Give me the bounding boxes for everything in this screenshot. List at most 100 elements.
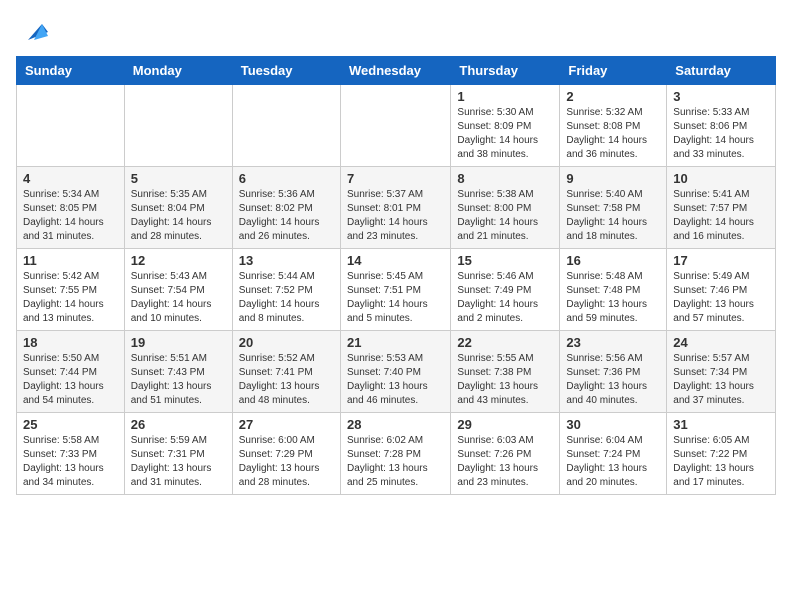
day-number: 22: [457, 335, 553, 350]
day-content: Sunrise: 5:48 AM Sunset: 7:48 PM Dayligh…: [566, 270, 660, 326]
calendar-cell: [124, 85, 232, 167]
day-number: 20: [239, 335, 334, 350]
day-number: 19: [131, 335, 226, 350]
calendar-cell: 18Sunrise: 5:50 AM Sunset: 7:44 PM Dayli…: [17, 331, 125, 413]
day-number: 23: [566, 335, 660, 350]
day-number: 17: [673, 253, 769, 268]
calendar-cell: 31Sunrise: 6:05 AM Sunset: 7:22 PM Dayli…: [667, 413, 776, 495]
logo-icon: [20, 16, 50, 46]
day-content: Sunrise: 5:53 AM Sunset: 7:40 PM Dayligh…: [347, 352, 444, 408]
day-number: 1: [457, 89, 553, 104]
day-content: Sunrise: 5:44 AM Sunset: 7:52 PM Dayligh…: [239, 270, 334, 326]
day-number: 11: [23, 253, 118, 268]
day-content: Sunrise: 5:42 AM Sunset: 7:55 PM Dayligh…: [23, 270, 118, 326]
calendar-week-2: 4 Sunrise: 5:34 AM Sunset: 8:05 PM Daylig…: [17, 167, 776, 249]
day-header-monday: Monday: [124, 57, 232, 85]
calendar-cell: 22 Sunrise: 5:55 AM Sunset: 7:38 PM Dayli…: [451, 331, 560, 413]
calendar-cell: 2 Sunrise: 5:32 AM Sunset: 8:08 PM Daylig…: [560, 85, 667, 167]
day-content: Sunrise: 5:36 AM Sunset: 8:02 PM Dayligh…: [239, 188, 334, 244]
calendar-cell: 23 Sunrise: 5:56 AM Sunset: 7:36 PM Dayli…: [560, 331, 667, 413]
calendar-cell: 10 Sunrise: 5:41 AM Sunset: 7:57 PM Dayli…: [667, 167, 776, 249]
day-header-thursday: Thursday: [451, 57, 560, 85]
day-content: Sunrise: 5:35 AM Sunset: 8:04 PM Dayligh…: [131, 188, 226, 244]
calendar-cell: 24 Sunrise: 5:57 AM Sunset: 7:34 PM Dayli…: [667, 331, 776, 413]
day-content: Sunrise: 5:58 AM Sunset: 7:33 PM Dayligh…: [23, 434, 118, 490]
calendar-cell: 16 Sunrise: 5:48 AM Sunset: 7:48 PM Dayli…: [560, 249, 667, 331]
day-content: Sunrise: 6:04 AM Sunset: 7:24 PM Dayligh…: [566, 434, 660, 490]
day-number: 30: [566, 417, 660, 432]
day-header-saturday: Saturday: [667, 57, 776, 85]
day-number: 6: [239, 171, 334, 186]
calendar-cell: 14Sunrise: 5:45 AM Sunset: 7:51 PM Dayli…: [340, 249, 450, 331]
calendar-week-3: 11 Sunrise: 5:42 AM Sunset: 7:55 PM Dayli…: [17, 249, 776, 331]
day-number: 28: [347, 417, 444, 432]
calendar-cell: 21 Sunrise: 5:53 AM Sunset: 7:40 PM Dayli…: [340, 331, 450, 413]
day-content: Sunrise: 5:46 AM Sunset: 7:49 PM Dayligh…: [457, 270, 553, 326]
calendar-cell: [232, 85, 340, 167]
calendar-cell: 1 Sunrise: 5:30 AM Sunset: 8:09 PM Daylig…: [451, 85, 560, 167]
calendar-week-4: 18Sunrise: 5:50 AM Sunset: 7:44 PM Dayli…: [17, 331, 776, 413]
calendar-cell: 25 Sunrise: 5:58 AM Sunset: 7:33 PM Dayli…: [17, 413, 125, 495]
day-content: Sunrise: 5:52 AM Sunset: 7:41 PM Dayligh…: [239, 352, 334, 408]
calendar-cell: 4 Sunrise: 5:34 AM Sunset: 8:05 PM Daylig…: [17, 167, 125, 249]
calendar-cell: 8 Sunrise: 5:38 AM Sunset: 8:00 PM Daylig…: [451, 167, 560, 249]
calendar-cell: 28 Sunrise: 6:02 AM Sunset: 7:28 PM Dayli…: [340, 413, 450, 495]
day-number: 29: [457, 417, 553, 432]
day-number: 18: [23, 335, 118, 350]
day-number: 24: [673, 335, 769, 350]
day-content: Sunrise: 6:03 AM Sunset: 7:26 PM Dayligh…: [457, 434, 553, 490]
day-content: Sunrise: 5:57 AM Sunset: 7:34 PM Dayligh…: [673, 352, 769, 408]
day-number: 4: [23, 171, 118, 186]
day-content: Sunrise: 5:41 AM Sunset: 7:57 PM Dayligh…: [673, 188, 769, 244]
calendar-cell: 5 Sunrise: 5:35 AM Sunset: 8:04 PM Daylig…: [124, 167, 232, 249]
calendar-cell: 3Sunrise: 5:33 AM Sunset: 8:06 PM Daylig…: [667, 85, 776, 167]
calendar-header-row: SundayMondayTuesdayWednesdayThursdayFrid…: [17, 57, 776, 85]
day-number: 25: [23, 417, 118, 432]
day-content: Sunrise: 6:02 AM Sunset: 7:28 PM Dayligh…: [347, 434, 444, 490]
day-number: 21: [347, 335, 444, 350]
calendar-cell: 13 Sunrise: 5:44 AM Sunset: 7:52 PM Dayli…: [232, 249, 340, 331]
day-header-tuesday: Tuesday: [232, 57, 340, 85]
calendar-cell: 19 Sunrise: 5:51 AM Sunset: 7:43 PM Dayli…: [124, 331, 232, 413]
day-number: 27: [239, 417, 334, 432]
day-content: Sunrise: 5:34 AM Sunset: 8:05 PM Dayligh…: [23, 188, 118, 244]
day-number: 12: [131, 253, 226, 268]
calendar-cell: 20 Sunrise: 5:52 AM Sunset: 7:41 PM Dayli…: [232, 331, 340, 413]
day-number: 10: [673, 171, 769, 186]
day-header-sunday: Sunday: [17, 57, 125, 85]
logo: [16, 16, 50, 46]
day-content: Sunrise: 5:55 AM Sunset: 7:38 PM Dayligh…: [457, 352, 553, 408]
day-number: 26: [131, 417, 226, 432]
day-content: Sunrise: 5:43 AM Sunset: 7:54 PM Dayligh…: [131, 270, 226, 326]
day-number: 13: [239, 253, 334, 268]
calendar-cell: 7Sunrise: 5:37 AM Sunset: 8:01 PM Daylig…: [340, 167, 450, 249]
day-number: 8: [457, 171, 553, 186]
day-content: Sunrise: 6:05 AM Sunset: 7:22 PM Dayligh…: [673, 434, 769, 490]
day-content: Sunrise: 5:30 AM Sunset: 8:09 PM Dayligh…: [457, 106, 553, 162]
day-number: 16: [566, 253, 660, 268]
calendar-cell: 15Sunrise: 5:46 AM Sunset: 7:49 PM Dayli…: [451, 249, 560, 331]
calendar-cell: 29 Sunrise: 6:03 AM Sunset: 7:26 PM Dayli…: [451, 413, 560, 495]
day-number: 14: [347, 253, 444, 268]
day-content: Sunrise: 5:37 AM Sunset: 8:01 PM Dayligh…: [347, 188, 444, 244]
calendar-week-5: 25 Sunrise: 5:58 AM Sunset: 7:33 PM Dayli…: [17, 413, 776, 495]
page-header: [16, 16, 776, 46]
day-content: Sunrise: 5:59 AM Sunset: 7:31 PM Dayligh…: [131, 434, 226, 490]
day-content: Sunrise: 6:00 AM Sunset: 7:29 PM Dayligh…: [239, 434, 334, 490]
day-number: 2: [566, 89, 660, 104]
calendar-table: SundayMondayTuesdayWednesdayThursdayFrid…: [16, 56, 776, 495]
calendar-cell: 17Sunrise: 5:49 AM Sunset: 7:46 PM Dayli…: [667, 249, 776, 331]
day-content: Sunrise: 5:38 AM Sunset: 8:00 PM Dayligh…: [457, 188, 553, 244]
calendar-cell: 30 Sunrise: 6:04 AM Sunset: 7:24 PM Dayli…: [560, 413, 667, 495]
day-content: Sunrise: 5:56 AM Sunset: 7:36 PM Dayligh…: [566, 352, 660, 408]
day-header-wednesday: Wednesday: [340, 57, 450, 85]
day-number: 5: [131, 171, 226, 186]
calendar-cell: 6 Sunrise: 5:36 AM Sunset: 8:02 PM Daylig…: [232, 167, 340, 249]
calendar-cell: 9Sunrise: 5:40 AM Sunset: 7:58 PM Daylig…: [560, 167, 667, 249]
calendar-cell: [340, 85, 450, 167]
calendar-cell: 26 Sunrise: 5:59 AM Sunset: 7:31 PM Dayli…: [124, 413, 232, 495]
day-content: Sunrise: 5:51 AM Sunset: 7:43 PM Dayligh…: [131, 352, 226, 408]
calendar-cell: 12 Sunrise: 5:43 AM Sunset: 7:54 PM Dayli…: [124, 249, 232, 331]
day-content: Sunrise: 5:32 AM Sunset: 8:08 PM Dayligh…: [566, 106, 660, 162]
day-header-friday: Friday: [560, 57, 667, 85]
